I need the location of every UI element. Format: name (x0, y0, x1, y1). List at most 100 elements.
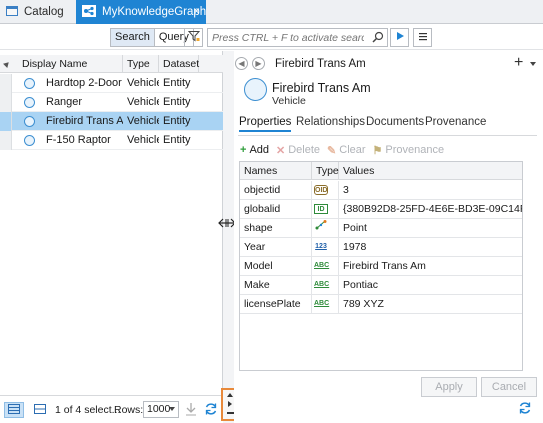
provenance-icon: ⚑ (372, 144, 383, 157)
detail-tabs: Properties Relationships Documents Prove… (234, 113, 543, 133)
tab-knowledge-graph-label: MyKnowledgeGraph (102, 6, 207, 18)
row-selector[interactable] (0, 112, 12, 131)
property-actions: + Add ✕ Delete ✎ Clear ⚑ Provenance (240, 142, 451, 158)
list-view-button[interactable] (32, 402, 48, 418)
property-type (312, 219, 339, 238)
tab-catalog-label: Catalog (24, 6, 64, 18)
minimize-icon[interactable] (227, 412, 234, 414)
search-box[interactable] (207, 28, 388, 47)
property-value[interactable]: Point (339, 219, 522, 238)
property-row[interactable]: globalid ID {380B92D8-25FD-4E6E-BD3E-09C… (240, 200, 522, 219)
search-icon[interactable] (372, 31, 384, 46)
property-row[interactable]: objectid OID 3 (240, 181, 522, 200)
tab-catalog[interactable]: Catalog (0, 0, 74, 24)
apply-button[interactable]: Apply (421, 377, 477, 397)
selection-count: 1 of 4 select... (55, 404, 121, 416)
tab-knowledge-graph[interactable]: MyKnowledgeGraph × (76, 0, 206, 24)
property-type: 123 (312, 238, 339, 257)
column-type[interactable]: Type (123, 55, 159, 73)
property-row[interactable]: Year 123 1978 (240, 238, 522, 257)
refresh-icon[interactable] (204, 402, 218, 419)
row-dataset: Entity (163, 134, 191, 146)
column-dataset[interactable]: Dataset (159, 55, 199, 73)
search-mode-button[interactable]: Search (111, 29, 155, 46)
knowledge-graph-icon (82, 4, 96, 20)
add-property-button[interactable]: + Add (240, 144, 269, 156)
back-icon[interactable]: ◀ (235, 57, 248, 70)
column-type[interactable]: Type (312, 162, 339, 180)
row-dataset: Entity (163, 115, 191, 127)
delete-icon: ✕ (276, 144, 286, 157)
property-row[interactable]: licensePlate ABC 789 XYZ (240, 295, 522, 314)
properties-table: Names Type Values objectid OID 3 globali… (239, 161, 523, 371)
property-name: globalid (240, 200, 312, 219)
download-more-icon[interactable] (185, 402, 197, 419)
entity-type: Vehicle (272, 95, 306, 107)
property-value[interactable]: Firebird Trans Am (339, 257, 522, 276)
property-row[interactable]: Model ABC Firebird Trans Am (240, 257, 522, 276)
pane-splitter[interactable] (223, 51, 234, 423)
forward-icon[interactable]: ▶ (252, 57, 265, 70)
add-icon[interactable]: + (514, 54, 523, 72)
filter-button[interactable] (184, 28, 203, 47)
detail-nav-title: Firebird Trans Am (275, 58, 366, 70)
collapse-up-icon[interactable] (227, 393, 233, 397)
property-type: ID (312, 200, 339, 219)
row-selector[interactable] (0, 131, 12, 150)
tab-documents[interactable]: Documents (366, 116, 424, 128)
property-value[interactable]: {380B92D8-25FD-4E6E-BD3E-09C14FDB0... (339, 200, 522, 219)
refresh-icon[interactable] (518, 401, 532, 418)
run-search-button[interactable] (390, 28, 409, 47)
property-type: ABC (312, 295, 339, 314)
cancel-button[interactable]: Cancel (481, 377, 537, 397)
search-input[interactable] (208, 29, 368, 46)
sort-indicator-icon (3, 58, 13, 68)
rows-label: Rows: (114, 404, 144, 416)
property-name: Model (240, 257, 312, 276)
property-value[interactable]: 3 (339, 181, 522, 200)
results-table: Display Name Type Dataset Hardtop 2-Door… (0, 51, 223, 395)
property-value[interactable]: 1978 (339, 238, 522, 257)
row-type: Vehicle (127, 115, 159, 127)
property-type: ABC (312, 257, 339, 276)
list-view-icon (34, 403, 46, 417)
table-row[interactable]: Ranger Vehicle Entity (0, 93, 223, 112)
column-names[interactable]: Names (240, 162, 312, 180)
table-row[interactable]: F-150 Raptor Vehicle Entity (0, 131, 223, 150)
row-display-name: Hardtop 2-Door (46, 77, 122, 89)
delete-property-label: Delete (288, 144, 321, 156)
tab-relationships[interactable]: Relationships (296, 116, 365, 128)
column-display-name[interactable]: Display Name (18, 55, 123, 73)
table-row-selected[interactable]: Firebird Trans Am Vehicle Entity (0, 112, 223, 131)
chevron-down-icon[interactable] (530, 62, 536, 66)
delete-property-button[interactable]: ✕ Delete (276, 144, 320, 157)
plus-icon: + (240, 144, 247, 156)
tab-properties[interactable]: Properties (239, 116, 292, 132)
row-selector[interactable] (0, 93, 12, 112)
property-row[interactable]: shape Point (240, 219, 522, 238)
table-view-button[interactable] (4, 402, 24, 418)
close-tab-icon[interactable]: × (193, 4, 200, 18)
row-display-name: Firebird Trans Am (46, 115, 123, 127)
row-selector[interactable] (0, 74, 12, 93)
tab-provenance[interactable]: Provenance (425, 116, 486, 128)
results-table-header: Display Name Type Dataset (0, 55, 223, 73)
options-menu-button[interactable] (413, 28, 432, 47)
column-values[interactable]: Values (339, 162, 522, 180)
clear-property-button[interactable]: ✎ Clear (327, 144, 366, 157)
property-value[interactable]: 789 XYZ (339, 295, 522, 314)
entity-icon (244, 78, 267, 101)
row-dataset: Entity (163, 96, 191, 108)
collapse-right-icon[interactable] (228, 401, 232, 407)
entity-name: Firebird Trans Am (272, 81, 371, 95)
text-icon: ABC (314, 300, 330, 308)
table-row[interactable]: Hardtop 2-Door Vehicle Entity (0, 74, 223, 93)
provenance-button[interactable]: ⚑ Provenance (373, 144, 445, 157)
property-value[interactable]: Pontiac (339, 276, 522, 295)
rows-dropdown[interactable]: 1000 (143, 401, 179, 418)
property-row[interactable]: Make ABC Pontiac (240, 276, 522, 295)
row-display-name: F-150 Raptor (46, 134, 111, 146)
property-name: Make (240, 276, 312, 295)
entity-icon (24, 78, 35, 89)
property-type: ABC (312, 276, 339, 295)
